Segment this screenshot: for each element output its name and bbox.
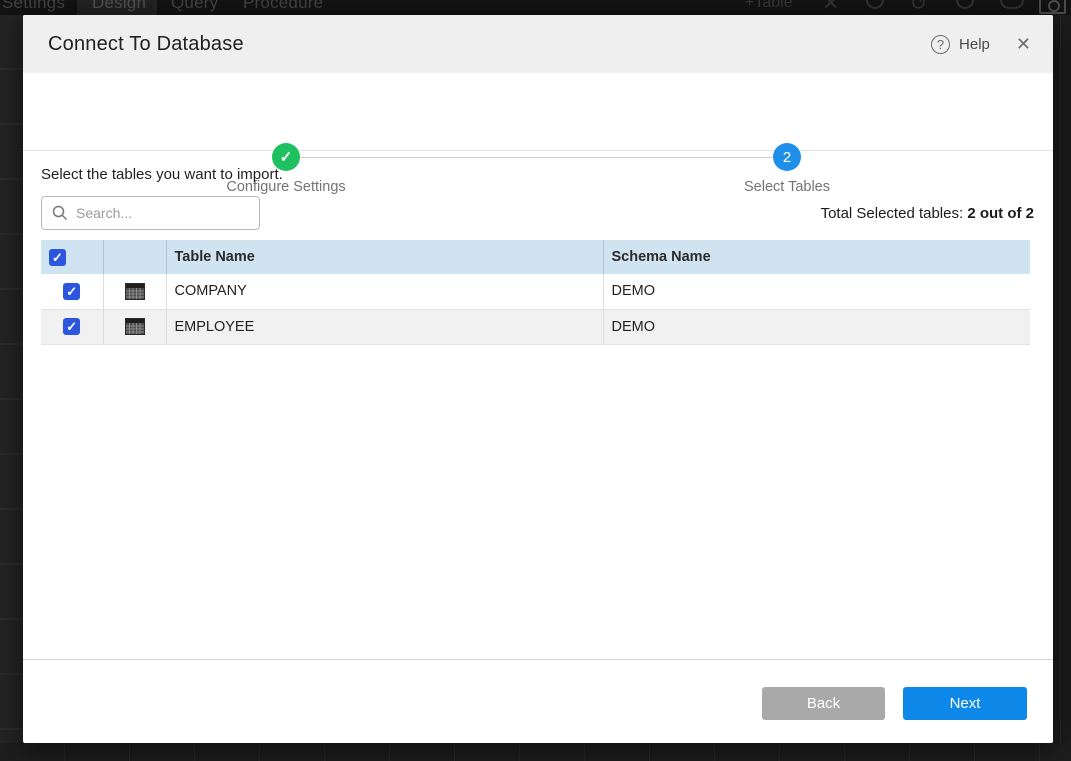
check-icon: ✓ <box>280 148 293 166</box>
connect-database-modal: Connect To Database ? Help ✕ ✓ Configure… <box>23 15 1053 743</box>
modal-header: Connect To Database ? Help ✕ <box>23 15 1053 73</box>
table-grid-icon <box>125 318 145 335</box>
schema-name-cell: DEMO <box>603 309 1030 344</box>
instruction-text: Select the tables you want to import. <box>41 166 283 183</box>
search-zoom-icon[interactable] <box>866 0 884 9</box>
back-button[interactable]: Back <box>762 687 885 720</box>
table-header-row: Table Name Schema Name <box>41 240 1030 274</box>
tab-query[interactable]: Query <box>171 0 218 13</box>
app-bottom-area <box>0 743 1071 761</box>
app-topbar: Settings Design Query Procedure +Table ✕… <box>0 0 1071 15</box>
tab-procedure[interactable]: Procedure <box>243 0 323 13</box>
summary-count: 2 out of 2 <box>967 205 1034 222</box>
help-label: Help <box>959 36 990 53</box>
close-icon[interactable]: ✕ <box>1016 35 1031 53</box>
modal-footer: Back Next <box>23 659 1053 743</box>
table-row[interactable]: COMPANY DEMO <box>41 274 1030 309</box>
app-right-panel <box>1053 15 1071 743</box>
help-button[interactable]: ? Help <box>931 35 990 54</box>
table-name-cell: COMPANY <box>166 274 603 309</box>
row-checkbox[interactable] <box>63 318 80 335</box>
next-button[interactable]: Next <box>903 687 1027 720</box>
tab-design[interactable]: Design <box>92 0 146 13</box>
table-name-column-header[interactable]: Table Name <box>166 240 603 274</box>
summary-prefix: Total Selected tables: <box>821 205 968 222</box>
search-input[interactable] <box>76 205 249 221</box>
table-grid-icon <box>125 283 145 300</box>
table-name-cell: EMPLOYEE <box>166 309 603 344</box>
row-checkbox[interactable] <box>63 283 80 300</box>
camera-icon[interactable] <box>1039 0 1066 14</box>
export-icon[interactable] <box>1000 0 1024 9</box>
icon-column-header <box>103 240 166 274</box>
tables-list: Table Name Schema Name <box>41 240 1030 345</box>
stepper: ✓ Configure Settings 2 Select Tables <box>23 73 1053 151</box>
search-icon <box>52 205 68 221</box>
selected-tables-summary: Total Selected tables: 2 out of 2 <box>821 205 1034 222</box>
select-all-checkbox[interactable] <box>49 249 66 266</box>
schema-name-cell: DEMO <box>603 274 1030 309</box>
stepper-connector-line <box>300 157 773 158</box>
tab-settings[interactable]: Settings <box>2 0 65 13</box>
search-box[interactable] <box>41 196 260 230</box>
redo-icon[interactable] <box>956 0 974 9</box>
modal-title: Connect To Database <box>48 33 244 56</box>
table-row[interactable]: EMPLOYEE DEMO <box>41 309 1030 344</box>
app-sidebar <box>0 15 23 743</box>
step-2-indicator: 2 <box>773 143 801 171</box>
undo-icon[interactable]: ↺ <box>910 0 928 15</box>
schema-name-column-header[interactable]: Schema Name <box>603 240 1030 274</box>
step-2-label: Select Tables <box>667 179 907 195</box>
close-table-icon[interactable]: ✕ <box>822 0 840 15</box>
add-table-button[interactable]: +Table <box>745 0 793 12</box>
help-icon: ? <box>931 35 950 54</box>
